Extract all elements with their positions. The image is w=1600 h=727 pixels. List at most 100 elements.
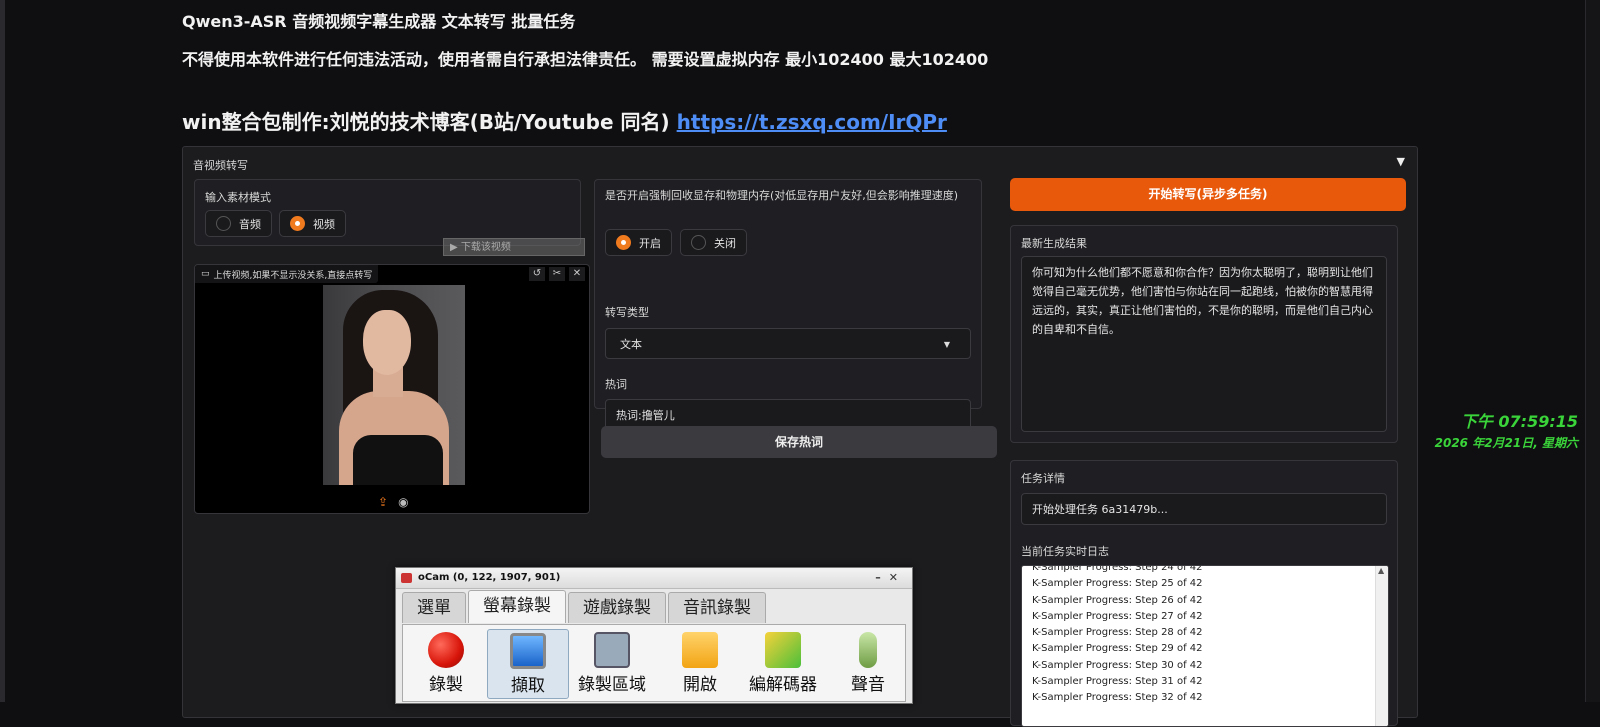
webcam-icon[interactable]: ◉: [398, 495, 408, 509]
log-line: K-Sampler Progress: Step 32 of 42: [1032, 692, 1203, 704]
result-group: 最新生成结果 你可知为什么他们都不愿意和你合作？因为你太聪明了，聪明到让他们觉得…: [1010, 225, 1398, 443]
window-controls: –✕: [875, 568, 906, 588]
credit-line: win整合包制作:刘悦的技术博客(B站/Youtube 同名) https://…: [182, 106, 947, 135]
capture-label: 擷取: [511, 676, 545, 696]
log-line: K-Sampler Progress: Step 31 of 42: [1032, 676, 1203, 688]
log-scrollbar[interactable]: [1375, 566, 1388, 726]
tab-game-record[interactable]: 遊戲錄製: [568, 592, 666, 623]
memory-label: 是否开启强制回收显存和物理内存(对低显存用户友好,但会影响推理速度): [605, 189, 959, 202]
video-source-buttons: ⇪ ◉: [378, 495, 409, 509]
left-edge: [0, 0, 5, 702]
legal-notice: 不得使用本软件进行任何违法活动，使用者需自行承担法律责任。 需要设置虚拟内存 最…: [182, 50, 989, 69]
input-mode-group: 输入素材模式 音频 视频: [194, 179, 581, 246]
ocam-window: oCam (0, 122, 1907, 901) –✕ 選單 螢幕錄製 遊戲錄製…: [395, 567, 913, 704]
play-icon: ▶: [450, 242, 458, 253]
log-line: K-Sampler Progress: Step 25 of 42: [1032, 578, 1203, 590]
microphone-icon: [859, 632, 877, 668]
task-group: 任务详情 开始处理任务 6a31479b... 当前任务实时日志 K-Sampl…: [1010, 460, 1398, 727]
radio-audio-label: 音频: [239, 217, 261, 231]
record-area-button[interactable]: 錄製區域: [571, 629, 653, 699]
codec-button[interactable]: 編解碼器: [733, 629, 833, 699]
result-label: 最新生成结果: [1021, 237, 1087, 250]
chevron-down-icon: ▼: [943, 340, 950, 349]
log-lines: K-Sampler Progress: Step 24 of 42 K-Sampl…: [1032, 565, 1203, 707]
minimize-icon[interactable]: –: [875, 571, 889, 584]
transcribe-type-select[interactable]: 文本 ▼: [605, 328, 971, 359]
record-button[interactable]: 錄製: [405, 629, 487, 699]
transcribe-type-label: 转写类型: [605, 306, 649, 319]
credit-link[interactable]: https://t.zsxq.com/IrQPr: [677, 110, 947, 134]
open-button[interactable]: 開啟: [659, 629, 741, 699]
start-transcribe-button[interactable]: 开始转写(异步多任务): [1010, 178, 1406, 211]
close-icon[interactable]: ✕: [569, 267, 585, 281]
log-line: K-Sampler Progress: Step 27 of 42: [1032, 610, 1203, 622]
download-video-overlay[interactable]: ▶ 下载该视频: [443, 238, 585, 256]
codec-icon: [765, 632, 801, 668]
video-label: ▭ 上传视频,如果不显示没关系,直接点转写: [195, 265, 379, 283]
clock-date: 2026 年2月21日, 星期六: [1434, 436, 1578, 450]
page-scrollbar[interactable]: [1585, 0, 1600, 702]
task-log[interactable]: K-Sampler Progress: Step 24 of 42 K-Sampl…: [1021, 565, 1389, 727]
radio-video-dot: [290, 216, 305, 231]
options-group: 是否开启强制回收显存和物理内存(对低显存用户友好,但会影响推理速度) 开启 关闭…: [594, 179, 982, 430]
capture-button[interactable]: 擷取: [487, 629, 569, 699]
ocam-tabs: 選單 螢幕錄製 遊戲錄製 音訊錄製: [402, 590, 766, 623]
video-toolbar: ↺ ✂ ✕: [529, 267, 585, 281]
tab-screen-record[interactable]: 螢幕錄製: [468, 590, 566, 623]
credit-text: win整合包制作:刘悦的技术博客(B站/Youtube 同名): [182, 110, 670, 134]
task-label: 任务详情: [1021, 472, 1065, 485]
desktop-clock: 下午 07:59:15 2026 年2月21日, 星期六: [1435, 408, 1578, 451]
collapse-icon[interactable]: ▼: [1397, 155, 1405, 168]
close-icon[interactable]: ✕: [889, 571, 906, 584]
radio-memory-off[interactable]: 关闭: [680, 229, 747, 256]
log-label: 当前任务实时日志: [1021, 545, 1109, 558]
ocam-toolbar: 錄製 擷取 錄製區域 開啟 編解碼器 聲音: [402, 624, 906, 702]
upload-icon[interactable]: ⇪: [378, 495, 388, 509]
log-line: K-Sampler Progress: Step 28 of 42: [1032, 627, 1203, 639]
sound-button[interactable]: 聲音: [827, 629, 909, 699]
ocam-title-text: oCam (0, 122, 1907, 901): [418, 572, 561, 583]
hotwords-label: 热词: [605, 378, 627, 391]
download-video-text: 下载该视频: [460, 242, 511, 253]
undo-icon[interactable]: ↺: [529, 267, 545, 281]
transcribe-type-value: 文本: [620, 338, 642, 351]
video-preview-image: [323, 285, 465, 485]
sound-label: 聲音: [851, 675, 885, 695]
record-icon: [428, 632, 464, 668]
log-line: K-Sampler Progress: Step 26 of 42: [1032, 594, 1203, 606]
clock-time: 下午 07:59:15: [1460, 412, 1578, 431]
radio-audio[interactable]: 音频: [205, 210, 272, 237]
radio-memory-off-dot: [691, 235, 706, 250]
video-camera-icon: ▭: [201, 269, 210, 279]
radio-memory-off-label: 关闭: [714, 236, 736, 250]
monitor-icon: [510, 633, 546, 669]
log-line: K-Sampler Progress: Step 30 of 42: [1032, 659, 1203, 671]
open-label: 開啟: [683, 675, 717, 695]
log-line: K-Sampler Progress: Step 29 of 42: [1032, 643, 1203, 655]
radio-memory-on-dot: [616, 235, 631, 250]
task-detail-field[interactable]: 开始处理任务 6a31479b...: [1021, 493, 1387, 525]
radio-video[interactable]: 视频: [279, 210, 346, 237]
ocam-logo-icon: [401, 573, 412, 583]
radio-memory-on[interactable]: 开启: [605, 229, 672, 256]
panel-title: 音视频转写: [193, 159, 248, 172]
video-upload-area[interactable]: ▭ 上传视频,如果不显示没关系,直接点转写 ↺ ✂ ✕ ⇪ ◉: [194, 264, 590, 514]
tab-menu[interactable]: 選單: [402, 592, 466, 623]
radio-audio-dot: [216, 216, 231, 231]
scissors-icon[interactable]: ✂: [549, 267, 565, 281]
log-line: K-Sampler Progress: Step 24 of 42: [1032, 565, 1203, 573]
input-mode-label: 输入素材模式: [205, 191, 271, 204]
page-title: Qwen3-ASR 音频视频字幕生成器 文本转写 批量任务: [182, 12, 576, 31]
radio-video-label: 视频: [313, 217, 335, 231]
video-label-text: 上传视频,如果不显示没关系,直接点转写: [213, 270, 373, 281]
result-textarea[interactable]: 你可知为什么他们都不愿意和你合作？因为你太聪明了，聪明到让他们觉得自己毫无优势，…: [1021, 256, 1387, 432]
record-label: 錄製: [429, 675, 463, 695]
record-area-label: 錄製區域: [578, 675, 646, 695]
tab-audio-record[interactable]: 音訊錄製: [668, 592, 766, 623]
radio-memory-on-label: 开启: [639, 236, 661, 250]
record-area-icon: [594, 632, 630, 668]
codec-label: 編解碼器: [749, 675, 817, 695]
save-hotwords-button[interactable]: 保存热词: [601, 426, 997, 458]
folder-icon: [682, 632, 718, 668]
ocam-titlebar[interactable]: oCam (0, 122, 1907, 901) –✕: [396, 568, 912, 589]
